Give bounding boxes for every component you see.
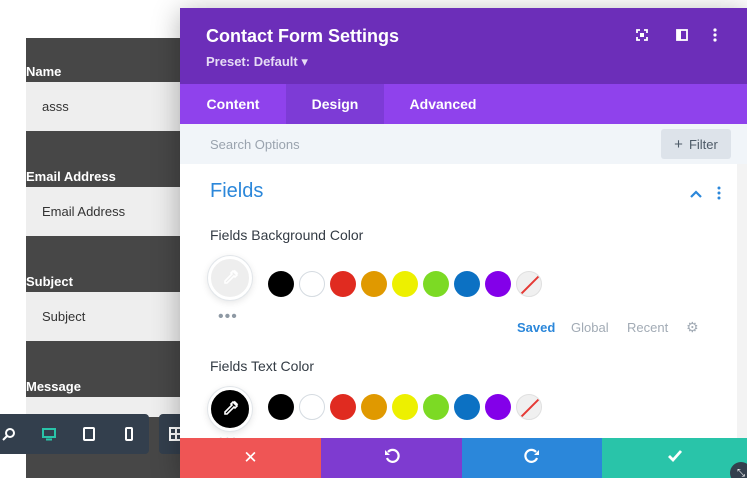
phone-icon[interactable] xyxy=(114,414,144,454)
name-label: Name xyxy=(26,64,62,79)
fullscreen-icon[interactable] xyxy=(633,26,651,44)
background-color-picker[interactable] xyxy=(208,256,252,300)
swatch-red[interactable] xyxy=(330,271,356,297)
subject-field[interactable]: Subject xyxy=(26,292,186,341)
swatch-black[interactable] xyxy=(268,394,294,420)
more-options-icon[interactable] xyxy=(706,26,724,44)
swatch-yellow[interactable] xyxy=(392,271,418,297)
section-title: Fields xyxy=(210,180,264,202)
swatch-purple[interactable] xyxy=(485,394,511,420)
save-button[interactable] xyxy=(602,438,747,478)
redo-icon xyxy=(524,448,540,469)
redo-button[interactable] xyxy=(462,438,602,478)
desktop-icon[interactable] xyxy=(34,414,64,454)
email-label: Email Address xyxy=(26,169,116,184)
tab-content[interactable]: Content xyxy=(180,84,286,124)
close-icon: ✕ xyxy=(243,448,258,467)
swatch-white[interactable] xyxy=(299,271,325,297)
settings-tabs: Content Design Advanced xyxy=(180,84,747,124)
gear-icon[interactable]: ⚙ xyxy=(686,319,699,336)
no-color-swatch[interactable] xyxy=(516,394,542,420)
plus-icon: + xyxy=(674,135,683,153)
search-bar: + Filter xyxy=(180,124,747,164)
search-options-input[interactable] xyxy=(196,129,636,159)
more-dots-icon[interactable]: ••• xyxy=(218,308,238,326)
no-color-swatch[interactable] xyxy=(516,271,542,297)
undo-button[interactable] xyxy=(321,438,462,478)
checkmark-icon xyxy=(667,448,683,468)
responsive-view-bar xyxy=(0,414,149,454)
zoom-icon[interactable] xyxy=(0,414,24,454)
swatch-white[interactable] xyxy=(299,394,325,420)
fields-background-color-label: Fields Background Color xyxy=(210,227,364,243)
swatch-blue[interactable] xyxy=(454,271,480,297)
preset-dropdown[interactable]: Preset: Default ▾ xyxy=(206,54,308,70)
swatch-blue[interactable] xyxy=(454,394,480,420)
tablet-icon[interactable] xyxy=(74,414,104,454)
palette-tab-recent[interactable]: Recent xyxy=(627,320,668,335)
modal-title: Contact Form Settings xyxy=(206,26,400,46)
swatch-black[interactable] xyxy=(268,271,294,297)
tab-advanced[interactable]: Advanced xyxy=(384,84,502,124)
discard-button[interactable]: ✕ xyxy=(180,438,321,478)
scrollbar[interactable] xyxy=(737,164,747,438)
swatch-yellow[interactable] xyxy=(392,394,418,420)
eyedropper-icon xyxy=(224,269,239,284)
palette-tab-saved[interactable]: Saved xyxy=(517,320,555,335)
swatch-green[interactable] xyxy=(423,394,449,420)
resize-handle-icon[interactable]: ⤡ xyxy=(730,462,747,478)
filter-label: Filter xyxy=(688,136,718,152)
options-panel: Fields Fields Background Color ••• Saved… xyxy=(180,164,737,438)
palette-tab-global[interactable]: Global xyxy=(571,320,609,335)
split-view-icon[interactable] xyxy=(673,26,691,44)
message-label: Message xyxy=(26,379,81,394)
chevron-up-icon[interactable] xyxy=(690,186,704,200)
modal-header: Contact Form Settings Preset: Default ▾ xyxy=(180,8,747,84)
fields-text-color-label: Fields Text Color xyxy=(210,358,315,374)
undo-icon xyxy=(384,448,400,469)
section-menu-icon[interactable] xyxy=(714,186,724,200)
subject-label: Subject xyxy=(26,274,73,289)
eyedropper-icon xyxy=(224,400,239,415)
tab-design[interactable]: Design xyxy=(286,84,384,124)
swatch-green[interactable] xyxy=(423,271,449,297)
email-field[interactable]: Email Address xyxy=(26,187,186,236)
swatch-orange[interactable] xyxy=(361,394,387,420)
modal-footer: ✕ xyxy=(180,438,747,478)
filter-button[interactable]: + Filter xyxy=(661,129,731,159)
text-color-picker[interactable] xyxy=(208,387,252,431)
swatch-red[interactable] xyxy=(330,394,356,420)
name-field[interactable]: asss xyxy=(26,82,186,131)
settings-modal: Contact Form Settings Preset: Default ▾ … xyxy=(180,8,747,478)
swatch-orange[interactable] xyxy=(361,271,387,297)
swatch-purple[interactable] xyxy=(485,271,511,297)
